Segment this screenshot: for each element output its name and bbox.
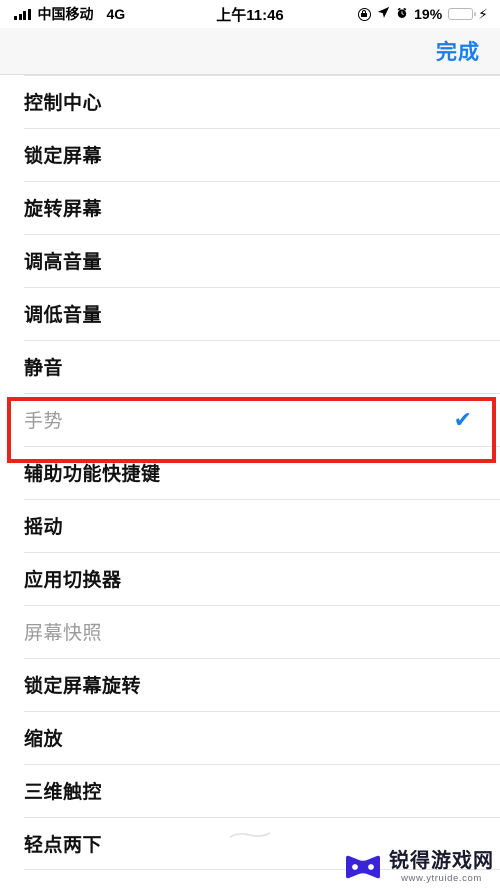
list-item[interactable]: 屏幕快照	[0, 605, 500, 658]
list-item[interactable]: 锁定屏幕	[0, 128, 500, 181]
list-item-label: 应用切换器	[24, 570, 122, 591]
checkmark-icon: ✔	[453, 406, 472, 432]
watermark-site-name: 锐得游戏网	[389, 849, 494, 872]
list-item[interactable]: 控制中心	[0, 75, 500, 128]
list-item[interactable]: 三维触控	[0, 764, 500, 817]
list-item[interactable]: 调高音量	[0, 234, 500, 287]
list-item[interactable]: 应用切换器	[0, 552, 500, 605]
battery-percent-label: 19%	[414, 6, 443, 22]
list-item[interactable]: 静音	[0, 340, 500, 393]
list-item-label: 锁定屏幕旋转	[24, 676, 142, 697]
signal-bars-icon	[14, 8, 31, 20]
watermark-logo-icon	[343, 853, 383, 881]
status-bar-left: 中国移动 4G	[14, 4, 125, 24]
network-type-label: 4G	[106, 6, 126, 22]
list-item[interactable]: 摇动	[0, 499, 500, 552]
battery-icon	[448, 8, 476, 20]
list-item-label: 旋转屏幕	[24, 199, 103, 220]
navigation-bar: 完成	[0, 28, 500, 75]
list-item[interactable]: 锁定屏幕旋转	[0, 658, 500, 711]
list-item[interactable]: 调低音量	[0, 287, 500, 340]
list-item[interactable]: 缩放	[0, 711, 500, 764]
rotation-lock-icon	[358, 7, 372, 21]
list-item[interactable]: 手势 ✔	[0, 393, 500, 446]
status-bar-right: 19% ⚡	[358, 6, 488, 23]
charging-bolt-icon: ⚡	[478, 5, 488, 22]
list-item-label: 屏幕快照	[24, 623, 103, 644]
list-item-label: 静音	[24, 358, 64, 379]
status-bar: 中国移动 4G 上午11:46 19% ⚡	[0, 0, 500, 28]
list-item-label: 手势	[24, 411, 64, 432]
done-button[interactable]: 完成	[436, 36, 480, 66]
list-item-label: 缩放	[24, 729, 64, 750]
list-item-label: 摇动	[24, 517, 64, 538]
phone-screen: 中国移动 4G 上午11:46 19% ⚡ 完成 控制中心 锁定屏幕 旋转屏幕 …	[0, 0, 500, 889]
list-item-label: 锁定屏幕	[24, 146, 103, 167]
list-item-label: 调高音量	[24, 252, 103, 273]
list-item-label: 轻点两下	[24, 835, 103, 856]
carrier-name: 中国移动	[37, 6, 94, 22]
list-item-label: 控制中心	[24, 93, 103, 114]
list-item-label: 辅助功能快捷键	[24, 464, 161, 485]
option-list: 控制中心锁定屏幕旋转屏幕调高音量调低音量静音手势 ✔ 辅助功能快捷键 摇动应用切换器屏…	[0, 75, 500, 870]
list-item-label: 三维触控	[24, 782, 103, 803]
home-indicator	[229, 825, 271, 838]
list-item[interactable]: 辅助功能快捷键	[0, 446, 500, 499]
watermark: 锐得游戏网 www.ytruide.com	[343, 851, 494, 884]
alarm-clock-icon	[396, 6, 408, 23]
list-item[interactable]: 旋转屏幕	[0, 181, 500, 234]
location-arrow-icon	[377, 6, 390, 23]
list-item-label: 调低音量	[24, 305, 103, 326]
watermark-text: 锐得游戏网 www.ytruide.com	[389, 851, 494, 884]
watermark-url: www.ytruide.com	[401, 872, 482, 884]
